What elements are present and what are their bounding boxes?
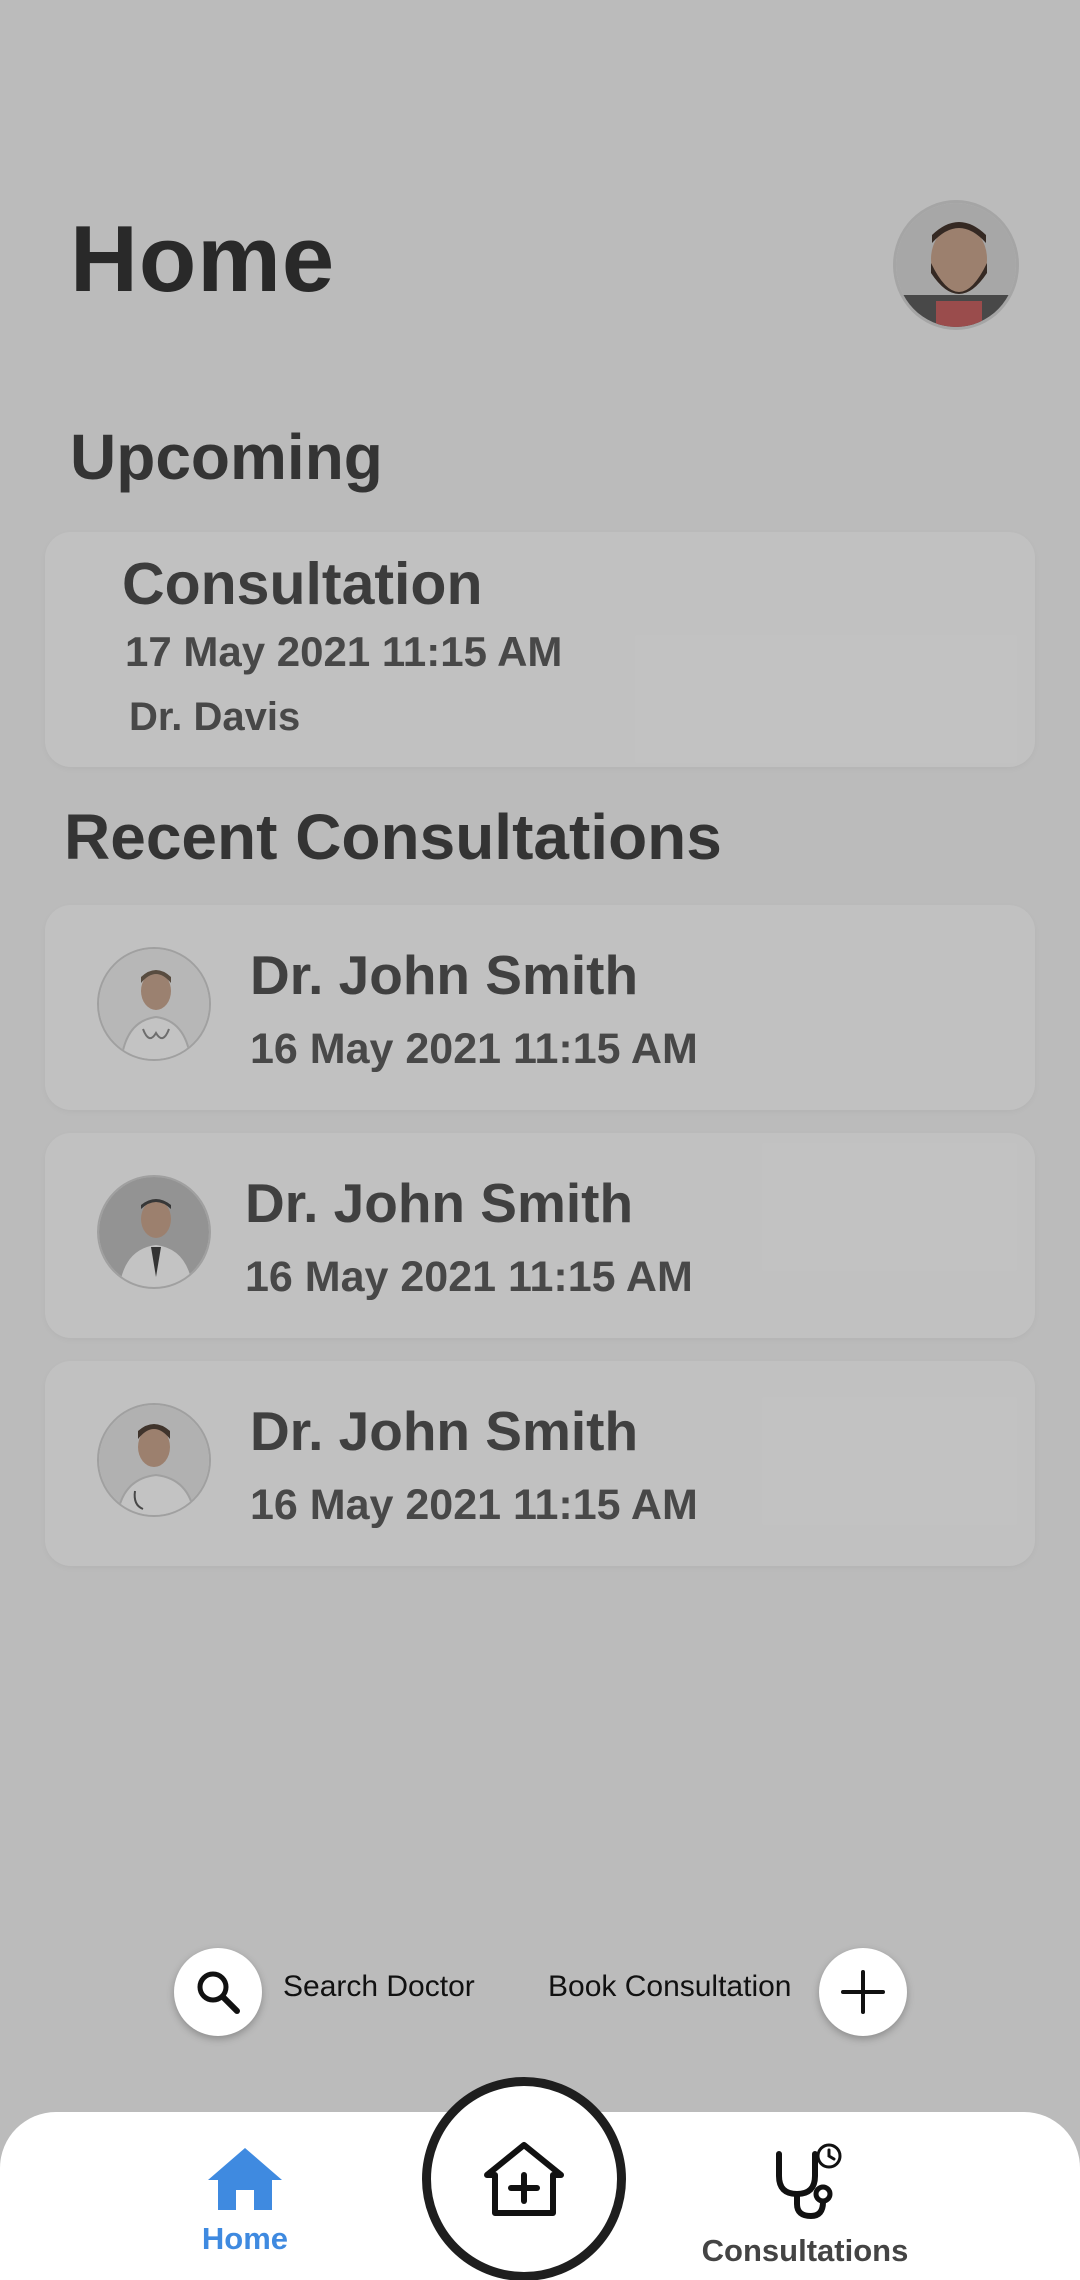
book-consultation-button[interactable] — [819, 1948, 907, 2036]
stethoscope-history-icon — [776, 2143, 842, 2220]
nav-tab-home[interactable]: Home — [190, 2146, 300, 2257]
fab-menu: Search Doctor Book Consultation — [0, 1940, 1080, 2040]
search-doctor-button[interactable] — [174, 1948, 262, 2036]
home-icon — [208, 2148, 282, 2210]
modal-scrim-overlay[interactable] — [0, 0, 1080, 2280]
medical-house-icon — [484, 2142, 564, 2216]
search-doctor-label[interactable]: Search Doctor — [283, 1970, 475, 2004]
nav-tab-consultations[interactable]: Consultations — [700, 2142, 910, 2269]
nav-home-label: Home — [201, 2221, 289, 2256]
plus-icon — [841, 1970, 885, 2014]
book-consultation-label[interactable]: Book Consultation — [548, 1970, 792, 2004]
nav-consultations-label: Consultations — [701, 2233, 909, 2268]
search-icon — [197, 1971, 240, 2014]
center-action-button[interactable] — [422, 2077, 626, 2280]
